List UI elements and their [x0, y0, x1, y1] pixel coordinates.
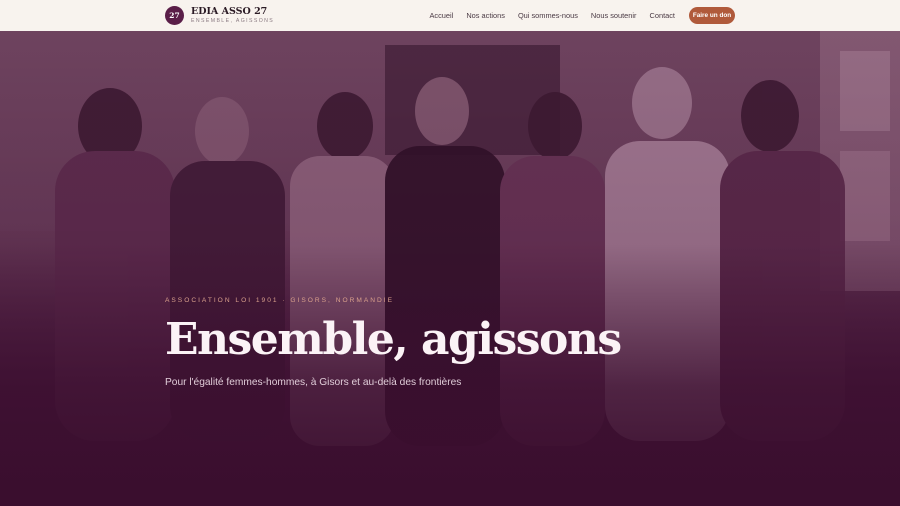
- site-header: 27 EDIA ASSO 27 ENSEMBLE, AGISSONS Accue…: [0, 0, 900, 31]
- hero-section: ASSOCIATION LOI 1901 · GISORS, NORMANDIE…: [0, 31, 900, 506]
- brand-logo[interactable]: 27 EDIA ASSO 27 ENSEMBLE, AGISSONS: [165, 6, 274, 25]
- nav-accueil[interactable]: Accueil: [429, 11, 453, 20]
- brand-name: EDIA ASSO 27: [191, 5, 268, 17]
- brand-text: EDIA ASSO 27 ENSEMBLE, AGISSONS: [191, 7, 274, 25]
- donate-button[interactable]: Faire un don: [689, 7, 735, 24]
- nav-contact[interactable]: Contact: [650, 11, 675, 20]
- hero-eyebrow: ASSOCIATION LOI 1901 · GISORS, NORMANDIE: [165, 297, 395, 304]
- brand-badge: 27: [165, 6, 184, 25]
- hero-overlay: [0, 31, 900, 506]
- hero-subline: Pour l'égalité femmes-hommes, à Gisors e…: [165, 377, 462, 388]
- nav-nos-actions[interactable]: Nos actions: [466, 11, 505, 20]
- brand-tagline: ENSEMBLE, AGISSONS: [191, 18, 275, 25]
- nav-qui-sommes-nous[interactable]: Qui sommes-nous: [518, 11, 578, 20]
- nav-nous-soutenir[interactable]: Nous soutenir: [591, 11, 637, 20]
- hero-content: ASSOCIATION LOI 1901 · GISORS, NORMANDIE…: [165, 297, 622, 388]
- hero-headline: Ensemble, agissons: [165, 314, 622, 365]
- main-nav: Accueil Nos actions Qui sommes-nous Nous…: [429, 7, 735, 24]
